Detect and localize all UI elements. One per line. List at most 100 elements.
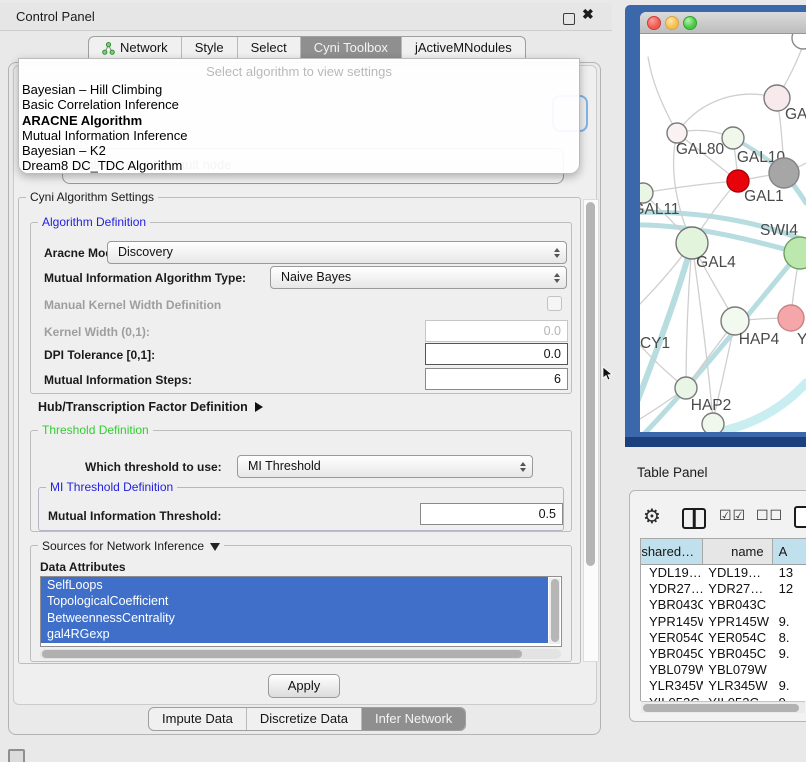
aracne-mode-combo[interactable]: Discovery: [107, 241, 567, 264]
table-cell: YBL079W: [703, 662, 772, 678]
float-panel-icon[interactable]: [563, 13, 575, 25]
table-settings-gear-icon[interactable]: ⚙: [643, 504, 661, 528]
table-header-name[interactable]: name: [703, 539, 773, 564]
attribute-item-selected[interactable]: TopologicalCoefficient: [41, 593, 548, 609]
network-node-label: GCY1: [640, 335, 670, 352]
network-node[interactable]: [667, 123, 687, 143]
manual-kernel-label: Manual Kernel Width Definition: [44, 298, 221, 312]
algorithm-dropdown-popup: Select algorithm to view settings Bayesi…: [18, 58, 580, 174]
attribute-item-selected[interactable]: SelfLoops: [41, 577, 548, 593]
settings-horizontal-scrollbar[interactable]: [40, 649, 561, 659]
sources-toggle[interactable]: Sources for Network Inference: [38, 539, 224, 553]
mi-algorithm-type-label: Mutual Information Algorithm Type:: [44, 271, 246, 285]
network-window-titlebar[interactable]: [640, 12, 806, 34]
table-header-shared[interactable]: shared…: [641, 539, 703, 564]
table-horizontal-scrollbar[interactable]: [641, 701, 805, 713]
table-cell: YBR045C: [641, 646, 703, 662]
table-row[interactable]: YBL079WYBL079W: [641, 662, 806, 678]
which-threshold-value: MI Threshold: [248, 459, 321, 473]
table-cell: 9.: [773, 646, 806, 662]
settings-vertical-scrollbar[interactable]: [583, 199, 599, 662]
close-panel-icon[interactable]: ✖: [582, 6, 594, 23]
tab-infer-network-label: Infer Network: [375, 708, 452, 730]
table-cell: 8.: [773, 630, 806, 646]
tab-jactivemnodules[interactable]: jActiveMNodules: [402, 37, 525, 59]
table-cell: YPR145W: [641, 614, 703, 630]
network-node-label: HAP4: [739, 331, 780, 348]
network-node[interactable]: [792, 34, 806, 49]
combo-stepper-icon: [554, 267, 560, 288]
window-close-button[interactable]: [647, 16, 661, 30]
table-row[interactable]: YPR145WYPR145W9.: [641, 614, 806, 630]
algorithm-option[interactable]: Basic Correlation Inference: [19, 97, 579, 112]
algorithm-option-selected[interactable]: ARACNE Algorithm: [19, 113, 579, 128]
tab-infer-network[interactable]: Infer Network: [362, 708, 465, 730]
tab-impute-data-label: Impute Data: [162, 708, 233, 730]
tab-style-label: Style: [195, 37, 224, 59]
network-node[interactable]: [675, 377, 697, 399]
attribute-item-selected[interactable]: BetweennessCentrality: [41, 610, 548, 626]
algorithm-option[interactable]: Dream8 DC_TDC Algorithm: [19, 158, 579, 173]
network-edge: [648, 57, 677, 133]
tab-impute-data[interactable]: Impute Data: [149, 708, 247, 730]
table-function-icon[interactable]: [794, 506, 806, 528]
mi-threshold-field[interactable]: 0.5: [420, 503, 563, 525]
tab-network[interactable]: Network: [89, 37, 182, 59]
control-panel-title: Control Panel: [16, 9, 95, 24]
table-row[interactable]: YER054CYER054C8.: [641, 630, 806, 646]
network-frame-bottom-edge: [625, 437, 806, 447]
network-node[interactable]: [769, 158, 799, 188]
tab-select[interactable]: Select: [238, 37, 301, 59]
manual-kernel-checkbox[interactable]: [547, 296, 562, 311]
table-cell: YBR043C: [703, 597, 772, 613]
cyni-algorithm-settings-title: Cyni Algorithm Settings: [26, 190, 158, 204]
attribute-item-selected[interactable]: gal4RGexp: [41, 626, 548, 642]
kernel-width-field[interactable]: 0.0: [425, 320, 568, 342]
tab-style[interactable]: Style: [182, 37, 238, 59]
network-node[interactable]: [778, 305, 804, 331]
network-canvas[interactable]: GALGAL80GAL10GAL1GAL11SWI4GAL4GCY1HAP4YH…: [640, 34, 806, 432]
network-node[interactable]: [702, 413, 724, 432]
table-row[interactable]: YDR27…YDR27…12: [641, 581, 806, 597]
table-row[interactable]: YBR043CYBR043C: [641, 597, 806, 613]
hub-definition-label: Hub/Transcription Factor Definition: [38, 400, 248, 414]
kernel-width-label: Kernel Width (0,1):: [44, 325, 150, 339]
network-node-label: GAL4: [696, 254, 736, 271]
column-layout-icon[interactable]: [682, 508, 706, 529]
network-node[interactable]: [722, 127, 744, 149]
data-attributes-list: SelfLoops TopologicalCoefficient Between…: [40, 576, 562, 647]
table-header-partial[interactable]: A: [773, 539, 806, 564]
network-node[interactable]: [640, 183, 653, 203]
attributes-scrollbar[interactable]: [549, 578, 560, 644]
hub-definition-toggle[interactable]: Hub/Transcription Factor Definition: [38, 400, 263, 414]
algorithm-definition-title: Algorithm Definition: [38, 215, 150, 229]
table-rows: YDL19…YDL19…13YDR27…YDR27…12YBR043CYBR04…: [641, 565, 806, 701]
collapsed-panel-icon[interactable]: [8, 749, 25, 762]
window-minimize-button[interactable]: [665, 16, 679, 30]
network-node-label: GAL1: [744, 188, 784, 205]
algorithm-option[interactable]: Mutual Information Inference: [19, 128, 579, 143]
mi-steps-field[interactable]: 6: [425, 368, 568, 390]
table-cell: 9.: [773, 614, 806, 630]
tab-cyni-toolbox[interactable]: Cyni Toolbox: [301, 37, 402, 59]
apply-button[interactable]: Apply: [268, 674, 340, 698]
which-threshold-combo[interactable]: MI Threshold: [237, 455, 533, 478]
table-row[interactable]: YBR045CYBR045C9.: [641, 646, 806, 662]
deselect-all-checkboxes-icon[interactable]: ☐☐: [756, 508, 783, 524]
table-cell: YBR043C: [641, 597, 703, 613]
window-zoom-button[interactable]: [683, 16, 697, 30]
mi-algorithm-type-combo[interactable]: Naive Bayes: [270, 266, 567, 289]
select-all-checkboxes-icon[interactable]: ☑☑: [719, 508, 746, 524]
tab-discretize-data[interactable]: Discretize Data: [247, 708, 362, 730]
table-cell: YBL079W: [641, 662, 703, 678]
collapse-arrow-icon: [210, 543, 220, 551]
table-row[interactable]: YDL19…YDL19…13: [641, 565, 806, 581]
table-cell: YDR27…: [703, 581, 772, 597]
table-row[interactable]: YLR345WYLR345W9.: [641, 678, 806, 694]
aracne-mode-value: Discovery: [118, 245, 173, 259]
algorithm-option[interactable]: Bayesian – Hill Climbing: [19, 82, 579, 97]
table-cell: YLR345W: [641, 678, 703, 694]
algorithm-option[interactable]: Bayesian – K2: [19, 143, 579, 158]
dpi-tolerance-field[interactable]: 0.0: [425, 343, 568, 365]
table-cell: 12: [773, 581, 806, 597]
